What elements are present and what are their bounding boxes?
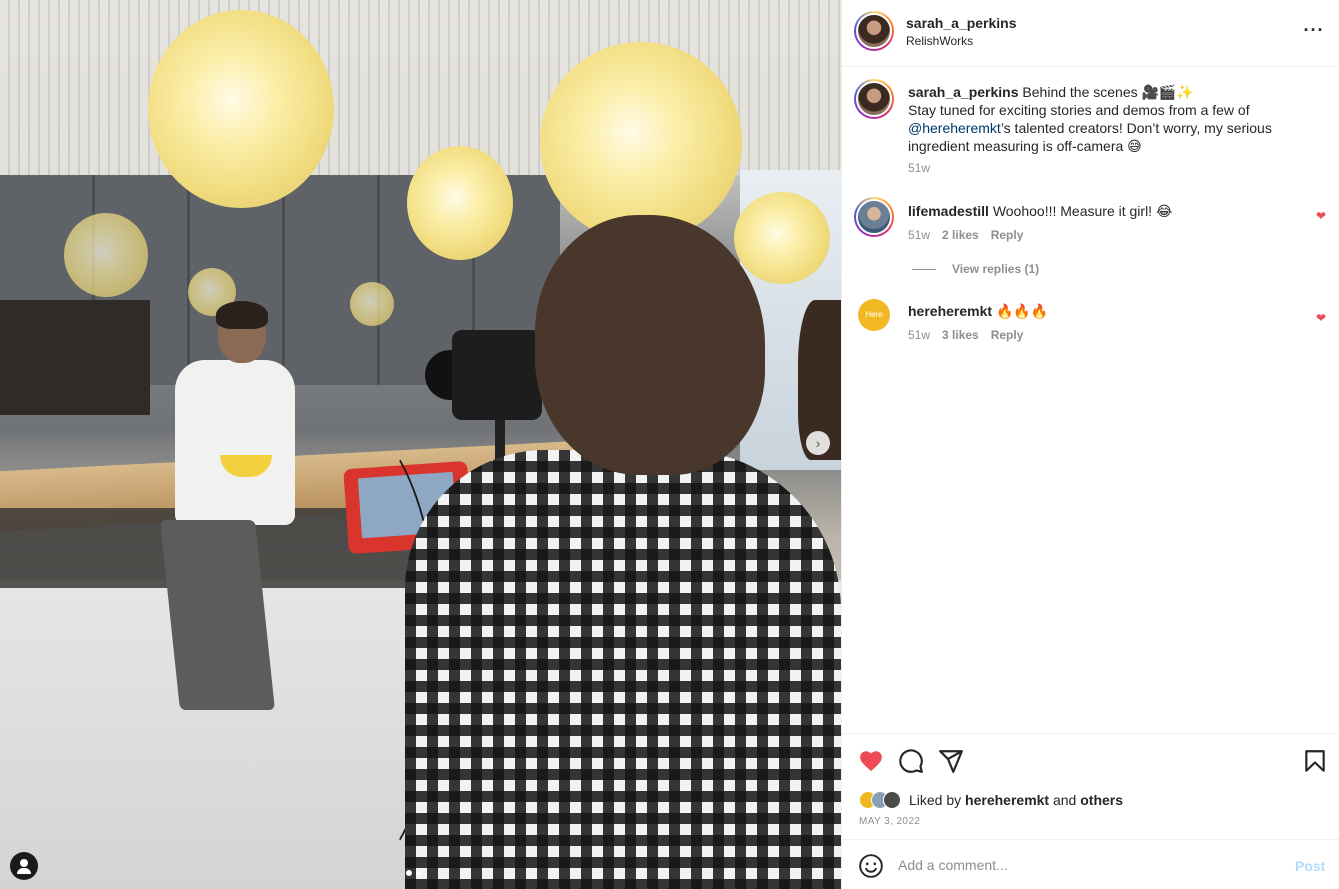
comment-meta: 51w 3 likes Reply (908, 328, 1324, 342)
caption-meta: 51w (908, 161, 1324, 175)
pendant-lamp (540, 42, 742, 242)
view-replies-button[interactable]: View replies (1) (912, 262, 1039, 276)
liked-by-user-link[interactable]: hereheremkt (965, 792, 1049, 808)
share-send-icon[interactable] (938, 748, 964, 774)
caption: sarah_a_perkins Behind the scenes 🎥🎬✨ St… (854, 79, 1324, 175)
caption-avatar[interactable] (854, 79, 894, 119)
caption-username[interactable]: sarah_a_perkins (908, 84, 1019, 100)
liked-by-row: Liked by hereheremkt and others (859, 791, 1123, 809)
like-heart-icon[interactable] (858, 748, 884, 774)
comment-text: hereheremkt 🔥🔥🔥 (908, 299, 1324, 320)
caption-line-1: Behind the scenes 🎥🎬✨ (1022, 84, 1194, 100)
pendant-lamp (64, 213, 148, 297)
comment-text: lifemadestill Woohoo!!! Measure it girl!… (908, 197, 1324, 220)
add-comment-bar: Post (842, 839, 1339, 889)
commenter-avatar[interactable] (854, 197, 894, 237)
carousel-dot-active (406, 870, 412, 876)
carousel-dots (406, 870, 422, 876)
carousel-next-button[interactable]: › (806, 431, 830, 455)
comment-like-heart-icon[interactable]: ❤ (1316, 209, 1326, 223)
post-header: sarah_a_perkins RelishWorks ··· (842, 0, 1339, 67)
caption-text: sarah_a_perkins Behind the scenes 🎥🎬✨ St… (908, 79, 1324, 155)
liked-by-prefix: Liked by (909, 792, 962, 808)
replies-divider (912, 268, 936, 270)
comment-time[interactable]: 51w (908, 228, 930, 242)
comment-username[interactable]: lifemadestill (908, 203, 989, 219)
comment-meta: 51w 2 likes Reply (908, 228, 1324, 242)
comment-reply-button[interactable]: Reply (991, 328, 1024, 342)
carousel-dot (416, 870, 422, 876)
comment-item: Here Here hereheremkt 🔥🔥🔥 51w 3 likes Re… (854, 299, 1326, 351)
save-bookmark-icon[interactable] (1302, 748, 1328, 774)
liked-by-others-link[interactable]: others (1080, 792, 1123, 808)
comment-reply-button[interactable]: Reply (991, 228, 1024, 242)
comment-username[interactable]: hereheremkt (908, 303, 992, 319)
post-actions: Liked by hereheremkt and others MAY 3, 2… (842, 733, 1339, 839)
comment-likes-count[interactable]: 3 likes (942, 328, 979, 342)
comment-item: lifemadestill Woohoo!!! Measure it girl!… (854, 197, 1326, 242)
comment-input[interactable] (898, 854, 1278, 876)
author-username[interactable]: sarah_a_perkins (906, 15, 1017, 31)
commenter-avatar[interactable]: Here Here (858, 299, 890, 351)
more-options-icon[interactable]: ··· (1302, 20, 1326, 44)
comment-icon[interactable] (898, 748, 924, 774)
post-comment-button[interactable]: Post (1295, 858, 1325, 874)
liker-avatar (883, 791, 901, 809)
caption-time[interactable]: 51w (908, 161, 930, 175)
comment-time[interactable]: 51w (908, 328, 930, 342)
camera-operator-figure (385, 215, 841, 889)
emoji-icon[interactable] (858, 853, 884, 879)
pendant-lamp (148, 10, 334, 208)
liked-by-avatars[interactable] (859, 791, 901, 809)
author-avatar[interactable] (854, 11, 894, 51)
photo-shelf (0, 300, 150, 415)
comment-message: 🔥🔥🔥 (995, 303, 1049, 319)
post-photo[interactable]: › (0, 0, 841, 889)
caption-line-2: Stay tuned for exciting stories and demo… (908, 102, 1250, 118)
comment-likes-count[interactable]: 2 likes (942, 228, 979, 242)
post-location[interactable]: RelishWorks (906, 34, 973, 48)
tagged-user-icon[interactable] (10, 852, 38, 880)
post-detail-panel: sarah_a_perkins RelishWorks ··· sarah_a_… (841, 0, 1339, 889)
view-replies-label: View replies (1) (952, 262, 1040, 276)
caption-mention-link[interactable]: @hereheremkt (908, 120, 1001, 136)
post-date[interactable]: MAY 3, 2022 (859, 816, 920, 827)
comment-like-heart-icon[interactable]: ❤ (1316, 311, 1326, 325)
liked-by-and: and (1052, 792, 1077, 808)
liked-by-text: Liked by hereheremkt and others (909, 792, 1123, 808)
comment-message: Woohoo!!! Measure it girl! 😂 (992, 203, 1173, 219)
